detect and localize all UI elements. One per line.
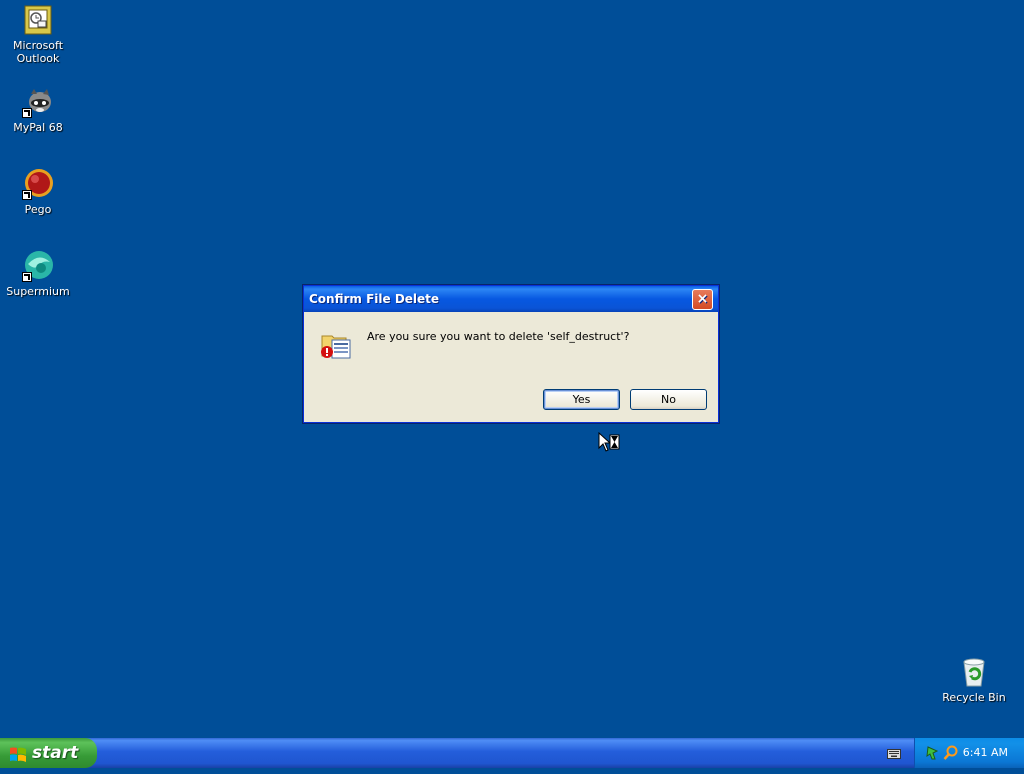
- supermium-icon: [22, 250, 54, 282]
- shortcut-arrow-icon: [22, 108, 32, 118]
- dialog-titlebar[interactable]: Confirm File Delete ×: [304, 286, 718, 312]
- close-icon: ×: [696, 291, 709, 307]
- pego-red-ball-icon: [22, 168, 54, 200]
- close-button[interactable]: ×: [692, 289, 713, 310]
- network-icon[interactable]: [925, 745, 941, 761]
- yes-button[interactable]: Yes: [543, 389, 620, 410]
- dialog-message: Are you sure you want to delete 'self_de…: [367, 330, 630, 343]
- desktop-icon-label: MyPal 68: [13, 121, 63, 134]
- desktop-icon-label: Recycle Bin: [942, 691, 1006, 704]
- shortcut-arrow-icon: [22, 272, 32, 282]
- start-label: start: [32, 743, 79, 763]
- desktop-icon-label: Supermium: [6, 285, 70, 298]
- desktop-icon-pego[interactable]: Pego: [0, 168, 76, 216]
- mypal-raccoon-icon: [22, 86, 54, 118]
- busy-cursor-icon: [598, 431, 622, 454]
- desktop-icon-recycle-bin[interactable]: Recycle Bin: [936, 656, 1012, 704]
- desktop-icon-label: Microsoft Outlook: [12, 39, 64, 65]
- desktop-icon-microsoft-outlook[interactable]: Microsoft Outlook: [0, 4, 76, 65]
- confirm-file-delete-dialog: Confirm File Delete × Are you sure you w…: [303, 285, 719, 423]
- windows-logo-icon: [9, 744, 27, 762]
- delete-file-warning-icon: [320, 328, 352, 360]
- start-button[interactable]: start: [0, 738, 97, 768]
- desktop-icon-mypal-68[interactable]: MyPal 68: [0, 86, 76, 134]
- recycle-bin-icon: [958, 656, 990, 688]
- outlook-icon: [22, 4, 54, 36]
- clock[interactable]: 6:41 AM: [963, 738, 1008, 768]
- search-icon[interactable]: [943, 745, 959, 761]
- no-button[interactable]: No: [630, 389, 707, 410]
- system-tray: 6:41 AM: [914, 738, 1024, 768]
- taskbar: start 6:41 AM: [0, 738, 1024, 768]
- desktop-icon-label: Pego: [24, 203, 52, 216]
- desktop-icon-supermium[interactable]: Supermium: [0, 250, 76, 298]
- dialog-title: Confirm File Delete: [309, 292, 440, 306]
- shortcut-arrow-icon: [22, 190, 32, 200]
- keyboard-icon[interactable]: [887, 749, 901, 759]
